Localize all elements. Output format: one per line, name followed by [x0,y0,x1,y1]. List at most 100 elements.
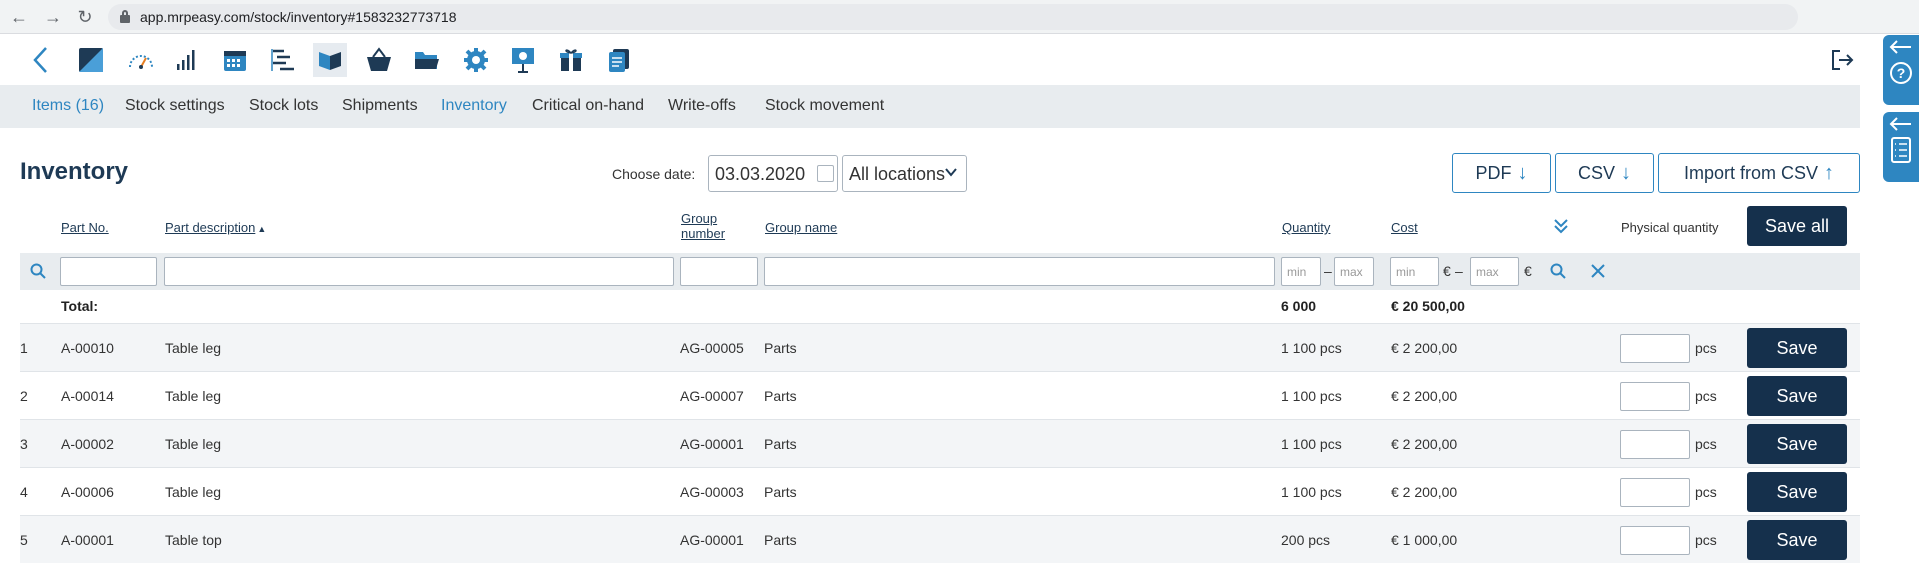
statistics-icon[interactable] [170,43,204,77]
subnav-items[interactable]: Items (16) [32,97,104,115]
quantity: 1 100 pcs [1281,340,1342,356]
filter-group-number[interactable] [680,257,758,286]
filter-part-description[interactable] [164,257,674,286]
logout-icon[interactable] [1830,48,1856,74]
save-button[interactable]: Save [1747,520,1847,560]
clear-filter-close-icon[interactable] [1590,263,1606,279]
subnav-stock-lots[interactable]: Stock lots [249,97,318,115]
part-description: Table leg [165,340,222,356]
subnav-stock-settings[interactable]: Stock settings [125,97,225,115]
import-csv-button[interactable]: Import from CSV ↑ [1658,153,1860,193]
calendar-icon[interactable] [218,43,252,77]
back-icon[interactable] [30,45,60,75]
presentation-icon[interactable] [506,43,540,77]
part-no[interactable]: A-00001 [61,532,114,548]
page-title: Inventory [20,158,129,185]
arrow-down-icon: ↓ [1621,161,1631,184]
choose-date-label: Choose date: [612,166,696,182]
pdf-button[interactable]: PDF ↓ [1452,153,1551,193]
col-group-number[interactable]: Group number [681,211,725,241]
filter-cost-min[interactable]: min [1390,257,1439,286]
quantity: 1 100 pcs [1281,388,1342,404]
table-row: 3 A-00002 Table leg AG-00001 Parts 1 100… [20,419,1860,467]
col-part-description[interactable]: Part description ▲ [165,220,266,235]
row-number: 4 [20,484,28,500]
url-text: app.mrpeasy.com/stock/inventory#15832327… [140,9,457,25]
filter-part-no[interactable] [60,257,157,286]
group-name: Parts [764,436,797,452]
browser-forward-icon[interactable]: → [42,6,64,28]
part-no[interactable]: A-00010 [61,340,114,356]
group-number: AG-00001 [680,436,744,452]
subnav-stock-movement[interactable]: Stock movement [765,97,884,115]
unit-label: pcs [1695,484,1717,500]
physical-quantity-input[interactable] [1620,430,1690,459]
dashboard-icon[interactable] [124,43,158,77]
save-all-button[interactable]: Save all [1747,206,1847,246]
svg-text:?: ? [1897,65,1906,81]
help-tab[interactable]: ? [1883,35,1919,105]
quantity: 1 100 pcs [1281,484,1342,500]
subnav-critical-on-hand[interactable]: Critical on-hand [532,97,644,115]
procurement-icon[interactable] [362,43,396,77]
chevron-down-icon [945,168,957,177]
filter-row: min – max min € – max € [20,253,1860,290]
group-number: AG-00005 [680,340,744,356]
group-name: Parts [764,484,797,500]
subnav-write-offs[interactable]: Write-offs [668,97,736,115]
physical-quantity-input[interactable] [1620,334,1690,363]
save-button[interactable]: Save [1747,376,1847,416]
location-select[interactable]: All locations [842,155,967,192]
calendar-picker-icon[interactable] [817,165,834,182]
total-cost: € 20 500,00 [1391,298,1465,314]
save-button[interactable]: Save [1747,472,1847,512]
filter-quantity-min[interactable]: min [1281,257,1321,286]
stock-icon[interactable] [313,43,347,77]
browser-reload-icon[interactable]: ↻ [74,6,96,28]
physical-quantity-input[interactable] [1620,382,1690,411]
part-no[interactable]: A-00002 [61,436,114,452]
gift-icon[interactable] [554,43,588,77]
dash: – [1455,263,1463,279]
quantity: 1 100 pcs [1281,436,1342,452]
quantity: 200 pcs [1281,532,1331,548]
physical-quantity-input[interactable] [1620,526,1690,555]
row-number: 3 [20,436,28,452]
part-no[interactable]: A-00014 [61,388,114,404]
filter-group-name[interactable] [764,257,1275,286]
checklist-tab[interactable] [1883,112,1919,182]
filter-quantity-max[interactable]: max [1334,257,1374,286]
unit-label: pcs [1695,340,1717,356]
import-label: Import from CSV [1683,162,1819,183]
address-bar[interactable]: app.mrpeasy.com/stock/inventory#15832327… [108,4,1798,30]
subnav-shipments[interactable]: Shipments [342,97,418,115]
part-no[interactable]: A-00006 [61,484,114,500]
cost: € 2 200,00 [1391,388,1458,404]
row-number: 5 [20,532,28,548]
search-icon[interactable] [30,263,46,279]
subnav-inventory[interactable]: Inventory [441,97,507,115]
arrow-down-icon: ↓ [1517,161,1528,184]
save-button[interactable]: Save [1747,424,1847,464]
production-icon[interactable] [266,43,300,77]
physical-quantity-input[interactable] [1620,478,1690,507]
col-cost[interactable]: Cost [1391,220,1418,235]
col-group-name[interactable]: Group name [765,220,837,235]
save-button[interactable]: Save [1747,328,1847,368]
csv-button[interactable]: CSV ↓ [1555,153,1654,193]
documents-icon[interactable] [602,43,636,77]
date-input[interactable]: 03.03.2020 [708,155,838,192]
settings-icon[interactable] [459,43,493,77]
expand-columns-icon[interactable] [1552,217,1570,235]
logo-icon[interactable] [74,43,108,77]
apply-filter-search-icon[interactable] [1550,263,1566,279]
dash: – [1324,263,1332,279]
browser-back-icon[interactable]: ← [8,6,30,28]
crm-icon[interactable] [410,43,444,77]
group-name: Parts [764,388,797,404]
col-quantity[interactable]: Quantity [1282,220,1330,235]
part-description: Table leg [165,436,222,452]
filter-cost-max[interactable]: max [1470,257,1519,286]
col-part-no[interactable]: Part No. [61,220,109,235]
pdf-label: PDF [1475,162,1512,183]
